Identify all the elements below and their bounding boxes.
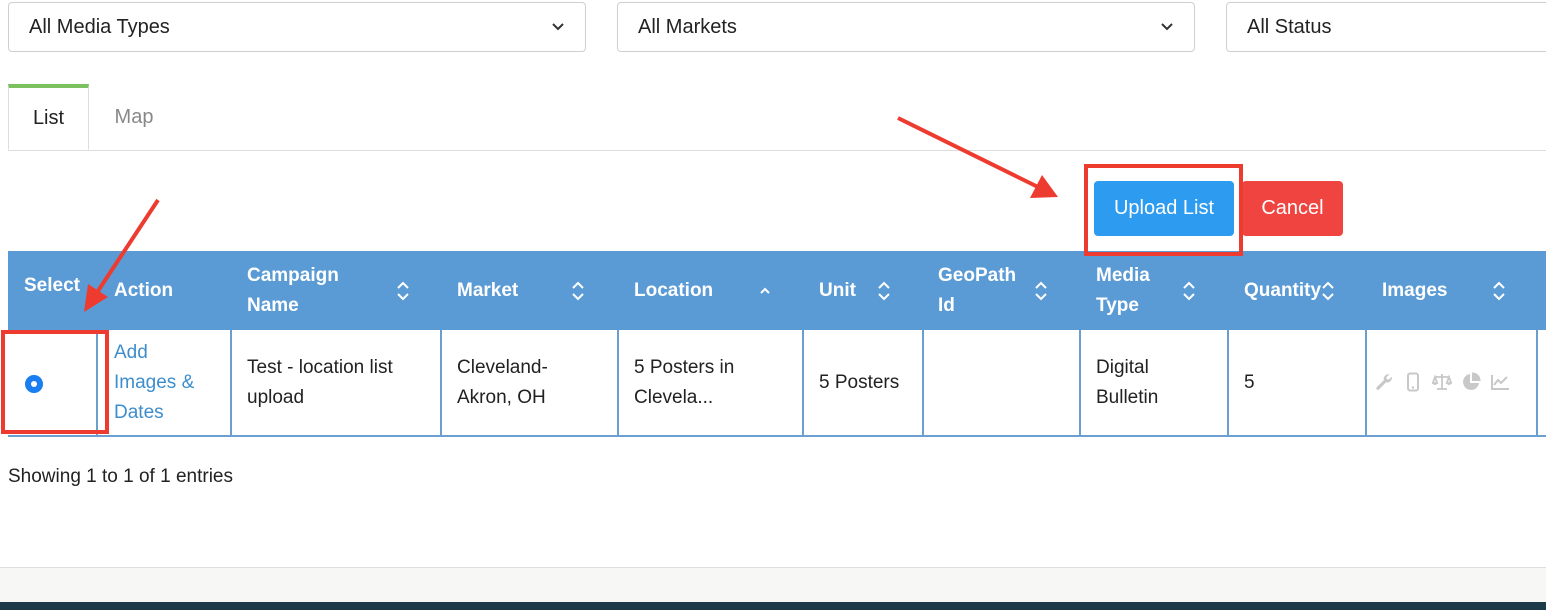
header-action: Action: [114, 279, 174, 301]
column-divider: [802, 330, 804, 435]
column-divider: [440, 330, 442, 435]
view-tabs: List Map: [8, 84, 1546, 151]
media-type-select-value: All Media Types: [29, 15, 170, 38]
add-images-dates-link[interactable]: Add Images & Dates: [114, 330, 214, 435]
image-actions: [1374, 372, 1510, 392]
tab-list[interactable]: List: [8, 84, 89, 150]
chevron-down-icon: [552, 23, 564, 31]
chevron-down-icon: [1161, 23, 1173, 31]
header-select: Select: [24, 275, 80, 296]
header-campaign-name[interactable]: Campaign Name: [247, 251, 357, 330]
page-footer: [0, 568, 1546, 602]
header-media-type[interactable]: Media Type: [1096, 251, 1166, 330]
header-unit[interactable]: Unit: [819, 251, 879, 330]
cell-media-type: Digital Bulletin: [1096, 356, 1159, 408]
sort-icon[interactable]: [396, 280, 410, 302]
sort-icon[interactable]: [1182, 280, 1196, 302]
cell-quantity: 5: [1244, 371, 1255, 393]
line-chart-icon[interactable]: [1490, 372, 1510, 392]
header-location[interactable]: Location: [634, 251, 754, 330]
header-images[interactable]: Images: [1382, 251, 1472, 330]
table-header: Select Action Campaign Name Market Locat…: [8, 251, 1546, 330]
column-divider: [617, 330, 619, 435]
pie-chart-icon[interactable]: [1461, 372, 1481, 392]
column-divider: [922, 330, 924, 435]
status-select-value: All Status: [1247, 15, 1332, 38]
table-row: Add Images & Dates Test - location list …: [8, 330, 1546, 437]
media-type-select[interactable]: All Media Types: [8, 2, 586, 52]
tab-map[interactable]: Map: [89, 84, 179, 150]
annotation-box-select: [1, 330, 109, 434]
column-divider: [230, 330, 232, 435]
mobile-icon[interactable]: [1403, 372, 1423, 392]
sort-icon[interactable]: [1492, 280, 1506, 302]
annotation-box-upload: [1084, 164, 1243, 256]
column-divider: [1227, 330, 1229, 435]
column-divider: [1079, 330, 1081, 435]
cell-campaign-name: Test - location list upload: [247, 356, 393, 408]
sort-asc-icon[interactable]: [758, 280, 772, 302]
status-select[interactable]: All Status: [1226, 2, 1546, 52]
cancel-button[interactable]: Cancel: [1242, 181, 1343, 236]
balance-scale-icon[interactable]: [1432, 372, 1452, 392]
header-market[interactable]: Market: [457, 251, 557, 330]
entries-summary: Showing 1 to 1 of 1 entries: [8, 466, 233, 487]
wrench-icon[interactable]: [1374, 372, 1394, 392]
cell-location: 5 Posters in Clevela...: [634, 356, 735, 408]
market-select-value: All Markets: [638, 15, 737, 38]
bottom-bar: [0, 602, 1546, 610]
sort-icon[interactable]: [571, 280, 585, 302]
cell-unit: 5 Posters: [819, 371, 900, 393]
column-divider: [1536, 330, 1538, 435]
sort-icon[interactable]: [1034, 280, 1048, 302]
cell-market: Cleveland-Akron, OH: [457, 356, 548, 408]
cell-geopath-id: [938, 330, 1068, 435]
market-select[interactable]: All Markets: [617, 2, 1195, 52]
column-divider: [1365, 330, 1367, 435]
sort-icon[interactable]: [1321, 280, 1335, 302]
header-geopath-id[interactable]: GeoPath Id: [938, 251, 1028, 330]
sort-icon[interactable]: [877, 280, 891, 302]
